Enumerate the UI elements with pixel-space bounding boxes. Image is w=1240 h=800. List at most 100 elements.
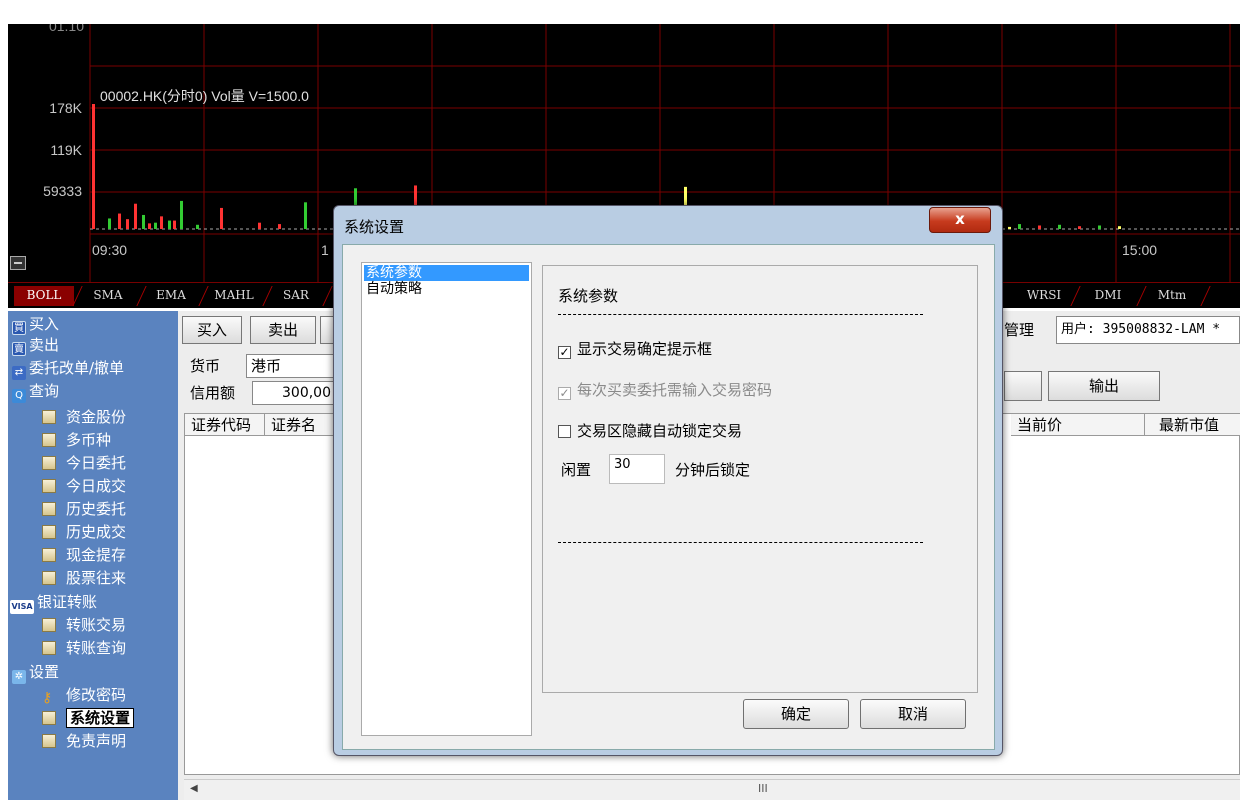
tab-sar[interactable]: SAR xyxy=(268,286,324,306)
cancel-button[interactable]: 取消 xyxy=(860,699,966,729)
sidebar-item-bank-sub[interactable]: 转账查询 xyxy=(42,637,126,659)
sidebar-item-query-sub[interactable]: 现金提存 xyxy=(42,544,126,566)
sidebar-item-label: 免责声明 xyxy=(66,732,127,750)
y-tick-label: 119K xyxy=(50,142,82,158)
ok-button[interactable]: 确定 xyxy=(743,699,849,729)
document-icon xyxy=(42,479,56,493)
sidebar-item-bank[interactable]: VISA 银证转账 xyxy=(10,591,98,614)
tab-mahl[interactable]: MAHL xyxy=(204,286,264,306)
sidebar-item-query-sub[interactable]: 今日委托 xyxy=(42,452,126,474)
checkbox-label: 每次买卖委托需输入交易密码 xyxy=(577,381,773,399)
sidebar-item-label: 买入 xyxy=(29,315,60,333)
volume-bar xyxy=(108,218,111,229)
sidebar-item-label: 转账查询 xyxy=(66,639,127,657)
show-trade-confirm-checkbox[interactable]: ✓ 显示交易确定提示框 xyxy=(558,338,712,359)
horizontal-scrollbar[interactable]: ◀ III xyxy=(184,779,1240,800)
settings-tree: 系统参数 自动策略 xyxy=(361,262,532,736)
system-settings-dialog: 系统设置 x 系统参数 自动策略 系统参数 ✓ 显示交易确定提示框 ✓ 每次买卖委托… xyxy=(333,205,1003,756)
volume-bar xyxy=(160,216,163,229)
volume-bar xyxy=(1058,224,1061,229)
sidebar-item-settings[interactable]: ✲ 设置 xyxy=(12,661,59,684)
dialog-title: 系统设置 xyxy=(344,218,405,236)
y-tick-cut: 01.10 xyxy=(48,24,84,34)
sell-button[interactable]: 卖出 xyxy=(250,316,316,344)
document-icon xyxy=(42,433,56,447)
document-icon xyxy=(42,734,56,748)
currency-select[interactable]: 港币 xyxy=(246,354,334,378)
buy-button[interactable]: 买入 xyxy=(182,316,242,344)
checkbox-checked-icon: ✓ xyxy=(558,345,571,359)
volume-bar xyxy=(278,224,281,229)
close-button[interactable]: x xyxy=(929,207,991,233)
sidebar-item-label: 银证转账 xyxy=(37,593,98,611)
divider xyxy=(558,542,923,543)
tree-item-auto-strategy[interactable]: 自动策略 xyxy=(364,281,424,297)
volume-bar xyxy=(168,220,171,229)
volume-bar xyxy=(1038,225,1041,229)
sidebar-item-label: 卖出 xyxy=(29,336,60,354)
tab-wrsi[interactable]: WRSI xyxy=(1016,286,1072,306)
sidebar-item-system-settings[interactable]: 系统设置 xyxy=(42,707,135,729)
document-icon xyxy=(42,711,56,725)
chart-toggle-icon[interactable] xyxy=(10,256,26,270)
sidebar-item-label: 多币种 xyxy=(66,431,112,449)
volume-bar xyxy=(1008,226,1011,229)
sidebar-item-bank-sub[interactable]: 转账交易 xyxy=(42,614,126,636)
volume-bar xyxy=(1018,224,1021,229)
manage-label[interactable]: 管理 xyxy=(1004,319,1034,340)
sidebar-item-change-password[interactable]: ⚷ 修改密码 xyxy=(42,684,126,706)
volume-bar xyxy=(118,213,121,229)
sidebar-item-query-sub[interactable]: 多币种 xyxy=(42,429,111,451)
tab-boll[interactable]: BOLL xyxy=(14,286,74,306)
sidebar-item-label: 股票往来 xyxy=(66,569,127,587)
sidebar-item-query[interactable]: Q 查询 xyxy=(12,380,59,403)
require-password-checkbox: ✓ 每次买卖委托需输入交易密码 xyxy=(558,379,772,400)
tab-mtm[interactable]: Mtm xyxy=(1142,286,1202,306)
checkbox-checked-icon: ✓ xyxy=(558,386,571,400)
section-title: 系统参数 xyxy=(558,287,619,305)
y-tick-label: 59333 xyxy=(43,183,82,199)
sidebar-item-query-sub[interactable]: 今日成交 xyxy=(42,475,126,497)
sidebar-item-query-sub[interactable]: 历史成交 xyxy=(42,521,126,543)
user-field: 用户: 395008832-LAM * xyxy=(1056,316,1240,344)
sidebar-item-query-sub[interactable]: 股票往来 xyxy=(42,567,126,589)
idle-label: 闲置 xyxy=(561,461,592,479)
toolbar-button[interactable] xyxy=(1004,371,1042,401)
sidebar-item-label: 现金提存 xyxy=(66,546,127,564)
sidebar-item-query-sub[interactable]: 历史委托 xyxy=(42,498,126,520)
order-button[interactable] xyxy=(320,316,334,344)
sidebar-item-sell[interactable]: 賣卖出 xyxy=(12,334,59,356)
volume-bar xyxy=(126,219,129,229)
idle-minutes-input[interactable]: 30 xyxy=(609,454,665,484)
column-header-current-price[interactable]: 当前价 xyxy=(1011,414,1145,436)
document-icon xyxy=(42,548,56,562)
column-header-market-value[interactable]: 最新市值 xyxy=(1145,414,1240,436)
volume-bar xyxy=(142,214,145,229)
sidebar-item-disclaimer[interactable]: 免责声明 xyxy=(42,730,126,752)
sidebar-item-label: 系统设置 xyxy=(66,708,135,728)
chart-title: 00002.HK(分时0) Vol量 V=1500.0 xyxy=(100,88,309,104)
sidebar-item-query-sub[interactable]: 资金股份 xyxy=(42,406,126,428)
document-icon xyxy=(42,571,56,585)
volume-bar xyxy=(180,200,183,229)
swap-arrows-icon: ⇄ xyxy=(12,366,26,380)
tab-dmi[interactable]: DMI xyxy=(1078,286,1138,306)
tree-item-system-params[interactable]: 系统参数 xyxy=(364,265,529,281)
sidebar-item-label: 历史成交 xyxy=(66,523,127,541)
auto-lock-checkbox[interactable]: 交易区隐藏自动锁定交易 xyxy=(558,420,742,441)
sidebar-item-label: 委托改单/撤单 xyxy=(29,359,125,377)
checkbox-label: 交易区隐藏自动锁定交易 xyxy=(577,422,743,440)
sidebar-item-label: 修改密码 xyxy=(66,686,127,704)
sidebar-item-modify[interactable]: ⇄ 委托改单/撤单 xyxy=(12,357,125,380)
export-button[interactable]: 输出 xyxy=(1048,371,1160,401)
document-icon xyxy=(42,618,56,632)
scroll-left-icon[interactable]: ◀ xyxy=(190,783,198,794)
tab-ema[interactable]: EMA xyxy=(142,286,200,306)
column-header-name[interactable]: 证券名 xyxy=(265,414,339,436)
column-header-code[interactable]: 证券代码 xyxy=(185,414,265,436)
tab-sma[interactable]: SMA xyxy=(78,286,138,306)
visa-card-icon: VISA xyxy=(10,600,34,614)
scroll-grip[interactable]: III xyxy=(758,782,768,795)
volume-bar xyxy=(1078,226,1081,229)
sidebar-item-buy[interactable]: 買买入 xyxy=(12,313,59,335)
